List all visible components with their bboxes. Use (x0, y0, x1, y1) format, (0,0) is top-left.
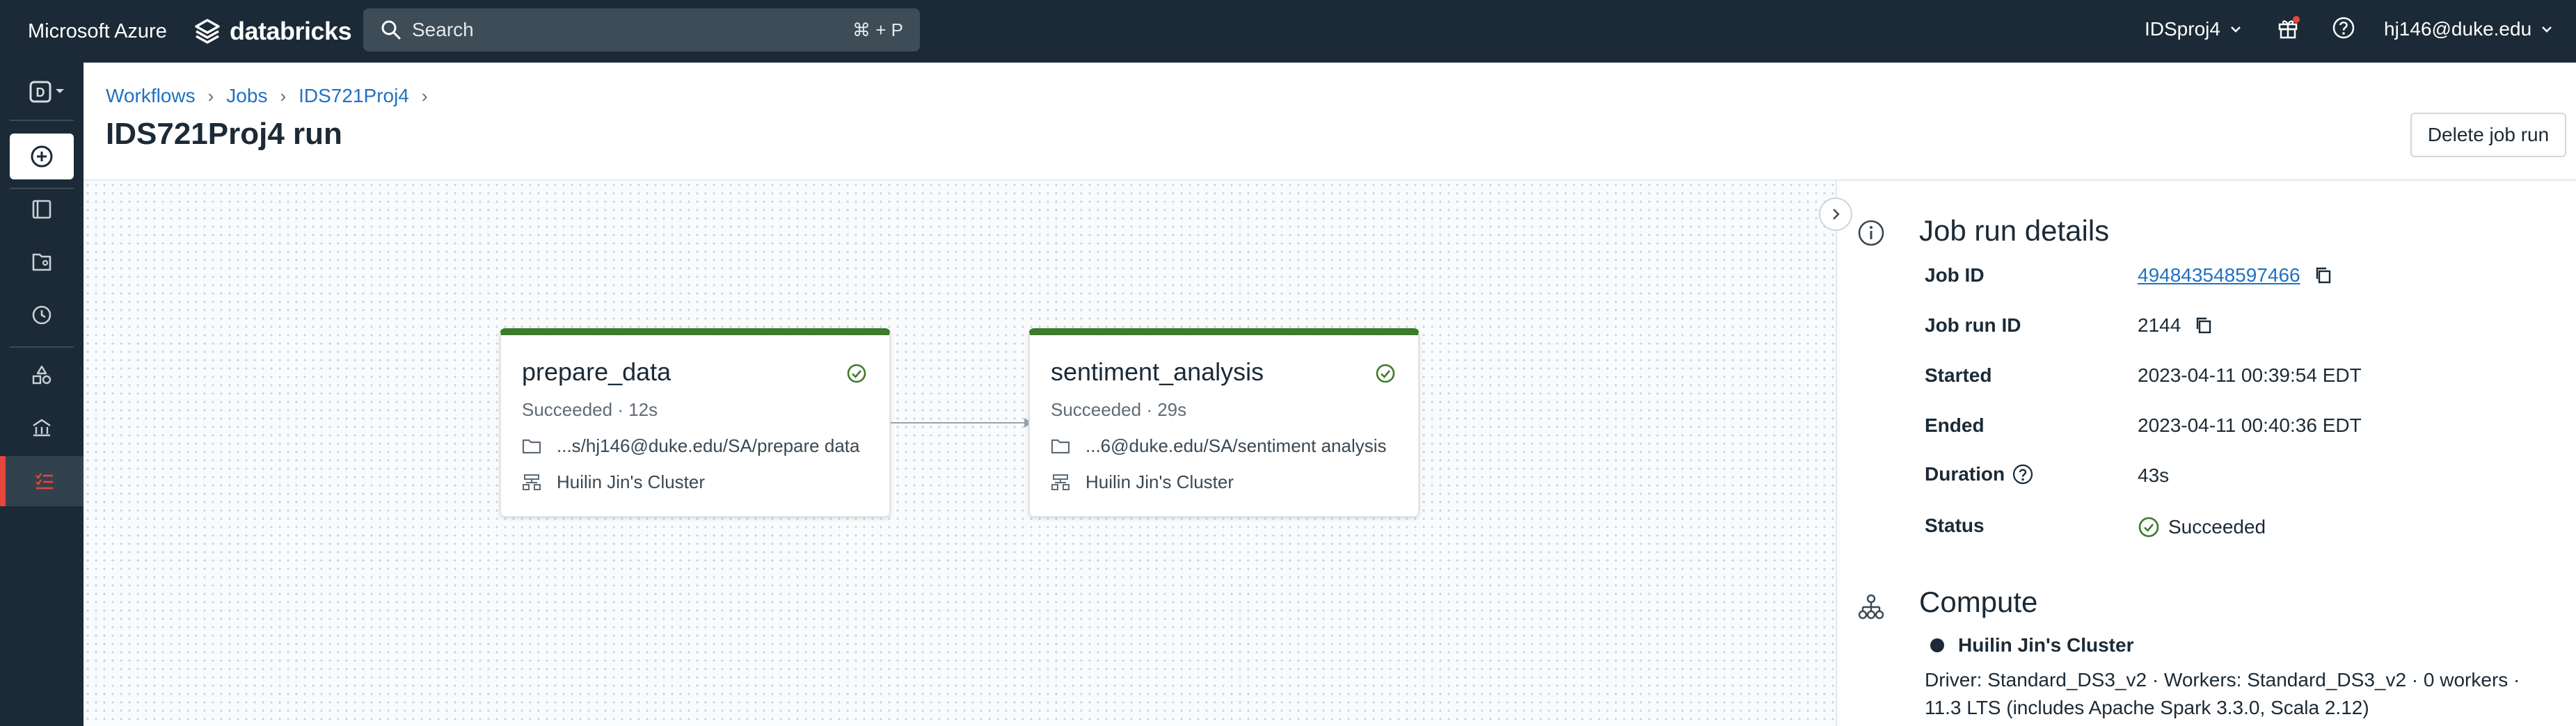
workspace-name: IDSproj4 (2145, 18, 2220, 40)
ended-value: 2023-04-11 00:40:36 EDT (2138, 414, 2362, 436)
duration-label-text: Duration (1925, 463, 2005, 485)
job-id-link[interactable]: 494843548597466 (2138, 264, 2300, 287)
status-label: Status (1925, 515, 1985, 536)
workspace-icon (32, 200, 51, 219)
compute-description: Driver: Standard_DS3_v2 · Workers: Stand… (1925, 669, 2520, 718)
data-icon (32, 365, 51, 385)
success-check-icon (847, 364, 866, 383)
duration-label: Duration (1925, 463, 2034, 485)
task-name: sentiment_analysis (1051, 357, 1264, 386)
success-check-icon (2138, 517, 2159, 538)
task-notebook-path[interactable]: ...6@duke.edu/SA/sentiment analysis (1051, 435, 1387, 457)
status-value: Succeeded (2138, 516, 2266, 538)
compute-icon (33, 419, 51, 437)
task-cluster[interactable]: Huilin Jin's Cluster (522, 471, 705, 493)
chevron-right-icon: › (280, 85, 287, 106)
workspace-switcher[interactable]: IDSproj4 (2145, 0, 2243, 58)
task-path-text: ...6@duke.edu/SA/sentiment analysis (1086, 435, 1387, 456)
duration-value: 43s (2138, 465, 2170, 486)
folder-icon (522, 439, 541, 453)
compute-cluster-name: Huilin Jin's Cluster (1958, 634, 2134, 656)
dag-canvas[interactable] (84, 181, 1836, 726)
task-cluster-name: Huilin Jin's Cluster (1086, 471, 1234, 492)
top-bar: Microsoft Azure databricks Search ⌘ + P … (0, 0, 2576, 63)
status-text: Succeeded (2168, 516, 2266, 538)
page-title: IDS721Proj4 run (106, 117, 342, 151)
task-card-sentiment-analysis[interactable]: sentiment_analysis Succeeded · 29s ...6@… (1028, 328, 1420, 517)
started-value: 2023-04-11 00:39:54 EDT (2138, 364, 2362, 386)
run-id-text: 2144 (2138, 314, 2181, 336)
breadcrumb: Workflows › Jobs › IDS721Proj4 › (106, 85, 428, 107)
chevron-right-icon: › (421, 85, 428, 106)
compute-cluster[interactable]: Huilin Jin's Cluster (1930, 634, 2133, 656)
rail-workflows[interactable] (0, 456, 84, 506)
svg-text:D: D (36, 86, 45, 99)
copy-icon[interactable] (2193, 315, 2214, 336)
chevron-down-icon (2231, 26, 2241, 33)
copy-icon[interactable] (2313, 265, 2334, 286)
task-status: Succeeded · 29s (1051, 399, 1187, 420)
search-shortcut: ⌘ + P (852, 19, 903, 40)
rail-workspace[interactable] (10, 186, 74, 232)
persona-switcher[interactable]: D (21, 71, 77, 113)
rail-data[interactable] (10, 352, 74, 398)
cluster-icon (1051, 474, 1070, 490)
rail-divider (10, 346, 74, 348)
task-notebook-path[interactable]: ...s/hj146@duke.edu/SA/prepare data (522, 435, 859, 457)
user-menu[interactable]: hj146@duke.edu (2384, 0, 2554, 58)
search-icon (381, 20, 401, 40)
rail-compute[interactable] (10, 405, 74, 451)
task-cluster-name: Huilin Jin's Cluster (557, 471, 706, 492)
help-icon[interactable] (2012, 463, 2034, 485)
job-id-label: Job ID (1925, 264, 1985, 286)
success-check-icon (1376, 364, 1395, 383)
help-icon[interactable] (2330, 14, 2358, 42)
rail-repos[interactable] (10, 239, 74, 285)
rail-divider (10, 120, 74, 121)
cluster-status-dot (1930, 638, 1944, 652)
task-cluster[interactable]: Huilin Jin's Cluster (1051, 471, 1234, 493)
workflows-icon (35, 473, 53, 490)
breadcrumb-job[interactable]: IDS721Proj4 (299, 85, 409, 107)
collapse-panel-button[interactable] (1819, 197, 1852, 231)
persona-icon: D (29, 81, 64, 103)
task-status: Succeeded · 12s (522, 399, 658, 420)
chevron-right-icon: › (207, 85, 214, 106)
started-label: Started (1925, 364, 1992, 386)
info-icon (1858, 220, 1884, 246)
clock-icon (32, 305, 51, 325)
search-placeholder: Search (412, 19, 474, 40)
compute-icon (1858, 594, 1884, 620)
task-card-prepare-data[interactable]: prepare_data Succeeded · 12s ...s/hj146@… (500, 328, 891, 517)
databricks-logo[interactable]: databricks (193, 14, 352, 49)
job-id-value: 494843548597466 (2138, 264, 2334, 287)
task-name: prepare_data (522, 357, 671, 386)
run-id-value: 2144 (2138, 314, 2214, 337)
run-id-label: Job run ID (1925, 314, 2021, 336)
delete-job-run-button[interactable]: Delete job run (2410, 113, 2566, 157)
folder-icon (1051, 439, 1070, 453)
cluster-icon (523, 474, 541, 490)
ended-label: Ended (1925, 414, 1985, 436)
plus-circle-icon (31, 145, 53, 168)
compute-title: Compute (1919, 586, 2038, 618)
chevron-down-icon (2542, 26, 2552, 33)
chevron-right-icon (1833, 209, 1840, 220)
repos-icon (32, 253, 51, 271)
job-run-details-title: Job run details (1919, 214, 2110, 247)
search-bar[interactable]: Search ⌘ + P (363, 8, 920, 51)
gift-icon[interactable] (2274, 14, 2302, 42)
databricks-logo-icon (195, 19, 220, 44)
breadcrumb-workflows[interactable]: Workflows (106, 85, 196, 107)
user-email: hj146@duke.edu (2384, 18, 2532, 40)
breadcrumb-jobs[interactable]: Jobs (226, 85, 267, 107)
rail-recents[interactable] (10, 292, 74, 338)
task-path-text: ...s/hj146@duke.edu/SA/prepare data (557, 435, 860, 456)
rail-new[interactable] (10, 134, 74, 179)
databricks-wordmark: databricks (230, 17, 352, 45)
task-dependency-edge (891, 422, 1027, 424)
azure-brand[interactable]: Microsoft Azure (28, 0, 167, 63)
